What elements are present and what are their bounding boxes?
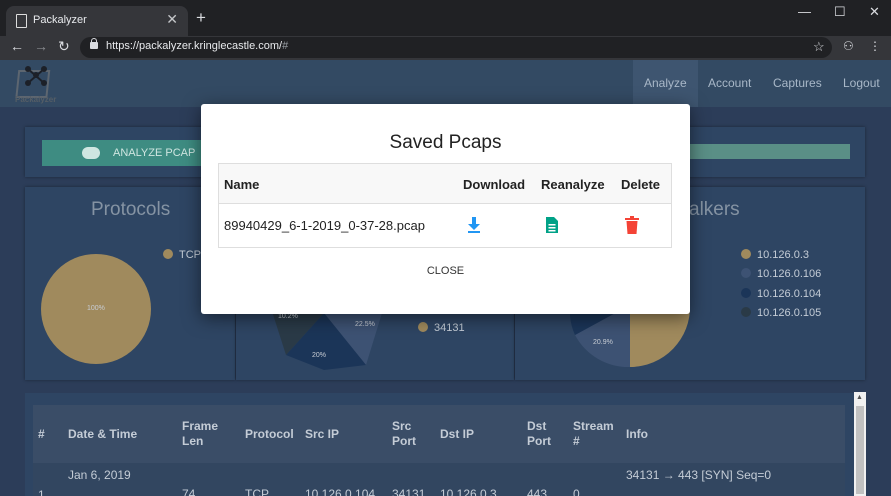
col-info[interactable]: Info (626, 427, 648, 442)
url-text: https://packalyzer.kringlecastle.com/# (106, 40, 289, 52)
col-src-port[interactable]: Src Port (392, 419, 432, 449)
browser-tab[interactable]: Packalyzer ✕ (6, 6, 188, 36)
packet-table-panel: # Date & Time Frame Len Protocol Src IP … (25, 393, 865, 496)
col-name: Name (224, 177, 260, 192)
protocols-legend-item: TCP (163, 249, 201, 261)
page-icon (16, 14, 27, 28)
nav-account[interactable]: Account (697, 60, 762, 107)
extension-icon[interactable]: ⚇ (843, 39, 854, 53)
download-icon[interactable] (467, 216, 481, 234)
page-content: Packalyzer Analyze Account Captures Logo… (0, 60, 891, 496)
talkers-legend-item-3: 10.126.0.104 (741, 288, 821, 300)
talkers-legend-item-4: 10.126.0.105 (741, 307, 821, 319)
talkers-legend-item-1: 10.126.0.3 (741, 249, 809, 261)
col-src-ip[interactable]: Src IP (305, 427, 339, 442)
row-info: 34131 → 443 [SYN] Seq=0 (626, 468, 772, 482)
talkers-pie-label: 20.9% (593, 339, 613, 346)
col-num[interactable]: # (38, 427, 45, 442)
row-dst-port: 443 (527, 487, 548, 496)
browser-tab-bar: Packalyzer ✕ + — ☐ ✕ (0, 0, 891, 36)
pcap-filename: 89940429_6-1-2019_0-37-28.pcap (224, 218, 425, 233)
cloud-upload-icon (82, 147, 100, 159)
talkers-legend-item-2: 10.126.0.106 (741, 268, 821, 280)
packet-table-header: # Date & Time Frame Len Protocol Src IP … (33, 405, 845, 463)
address-bar[interactable]: https://packalyzer.kringlecastle.com/# ☆ (80, 37, 832, 58)
minimize-icon[interactable]: — (798, 4, 811, 19)
scroll-thumb[interactable] (856, 406, 864, 494)
talkers-pie-chart (570, 305, 690, 368)
row-dst-ip: 10.126.0.3 (440, 487, 497, 496)
row-src-ip: 10.126.0.104 (305, 487, 376, 496)
ports-pie-label-3: 20% (312, 352, 327, 359)
nav-logout[interactable]: Logout (832, 60, 891, 107)
row-frame-len: 74 (182, 487, 196, 496)
window-close-icon[interactable]: ✕ (869, 4, 880, 20)
new-tab-icon[interactable]: + (196, 9, 206, 26)
table-row[interactable]: 1 Jan 6, 2019 74 TCP 10.126.0.104 34131 … (33, 463, 845, 496)
page-scrollbar[interactable]: ▲ (854, 392, 866, 496)
tab-title: Packalyzer (33, 14, 87, 26)
back-icon[interactable]: ← (10, 38, 24, 54)
ports-pie-label-1: 10.2% (278, 313, 298, 320)
col-stream[interactable]: Stream # (573, 419, 623, 449)
app-navbar: Packalyzer Analyze Account Captures Logo… (0, 60, 891, 107)
row-protocol: TCP (245, 487, 269, 496)
col-dst-ip[interactable]: Dst IP (440, 427, 474, 442)
saved-pcaps-modal: Saved Pcaps Name Download Reanalyze Dele… (201, 104, 690, 314)
saved-pcaps-header: Name Download Reanalyze Delete (219, 164, 671, 204)
col-download: Download (463, 177, 526, 192)
col-reanalyze: Reanalyze (541, 177, 605, 192)
menu-icon[interactable]: ⋮ (869, 39, 881, 53)
talkers-title: alkers (689, 199, 740, 220)
logo-text: Packalyzer (15, 95, 57, 104)
col-frame-len[interactable]: Frame Len (182, 419, 232, 449)
modal-title: Saved Pcaps (389, 132, 502, 153)
ports-pie-label-2: 22.5% (355, 321, 375, 328)
nav-captures[interactable]: Captures (762, 60, 833, 107)
row-stream: 0 (573, 487, 580, 496)
forward-icon[interactable]: → (34, 38, 48, 54)
reanalyze-icon[interactable] (545, 216, 559, 234)
col-dst-port[interactable]: Dst Port (527, 419, 567, 449)
browser-toolbar: ← → ↻ https://packalyzer.kringlecastle.c… (0, 36, 891, 60)
delete-icon[interactable] (625, 216, 639, 234)
analyze-pcap-label: ANALYZE PCAP (113, 147, 196, 159)
ports-legend-item: 34131 (418, 322, 465, 334)
row-src-port: 34131 (392, 487, 426, 496)
progress-bar (686, 144, 850, 159)
col-delete: Delete (621, 177, 661, 192)
col-date-time[interactable]: Date & Time (68, 427, 137, 442)
analyze-pcap-button[interactable]: ANALYZE PCAP (42, 140, 202, 166)
protocols-title: Protocols (91, 199, 171, 220)
nav-analyze[interactable]: Analyze (633, 60, 698, 107)
protocols-pie-label: 100% (87, 305, 105, 312)
reload-icon[interactable]: ↻ (58, 38, 70, 55)
bookmark-star-icon[interactable]: ☆ (813, 39, 825, 55)
row-num: 1 (38, 488, 45, 496)
tab-close-icon[interactable]: ✕ (166, 11, 178, 28)
col-protocol[interactable]: Protocol (245, 427, 294, 442)
saved-pcaps-table: Name Download Reanalyze Delete 89940429_… (218, 163, 672, 248)
lock-icon (90, 38, 98, 49)
maximize-icon[interactable]: ☐ (834, 4, 846, 20)
scroll-up-icon[interactable]: ▲ (856, 394, 863, 401)
row-date: Jan 6, 2019 (68, 468, 131, 482)
close-button[interactable]: CLOSE (201, 265, 690, 277)
